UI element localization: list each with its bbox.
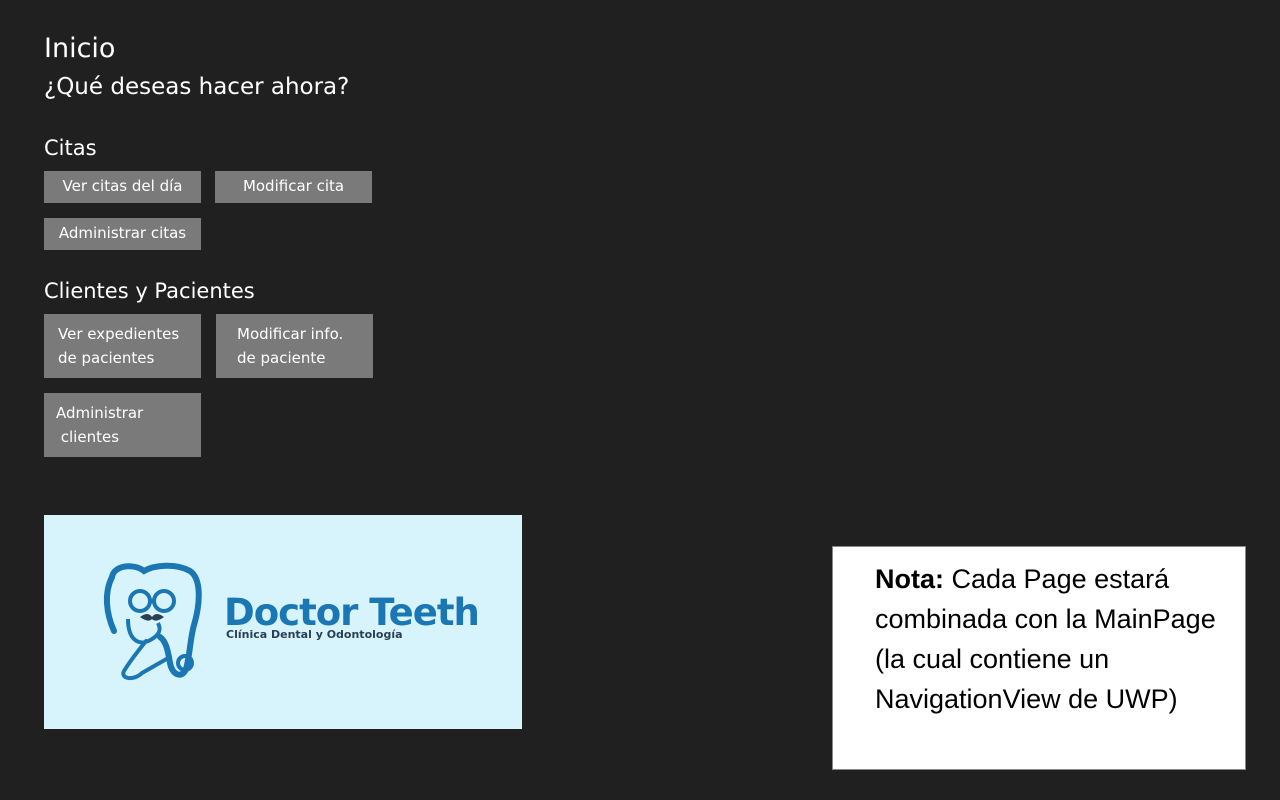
section-title-citas: Citas	[44, 136, 97, 160]
page-title: Inicio	[44, 33, 116, 64]
ver-citas-button[interactable]: Ver citas del día	[44, 171, 201, 203]
logo-panel: Doctor Teeth Clínica Dental y Odontologí…	[44, 515, 522, 729]
logo-tagline: Clínica Dental y Odontología	[226, 628, 403, 641]
ver-expedientes-button[interactable]: Ver expedientes de pacientes	[44, 314, 201, 378]
section-title-clientes: Clientes y Pacientes	[44, 279, 255, 303]
page-subtitle: ¿Qué deseas hacer ahora?	[44, 74, 350, 100]
modificar-paciente-button[interactable]: Modificar info. de paciente	[216, 314, 373, 378]
administrar-citas-button[interactable]: Administrar citas	[44, 218, 201, 250]
modificar-cita-button[interactable]: Modificar cita	[215, 171, 372, 203]
note-box: Nota: Cada Page estará combinada con la …	[832, 546, 1246, 770]
administrar-clientes-button[interactable]: Administrar clientes	[44, 393, 201, 457]
note-label: Nota:	[875, 564, 944, 594]
